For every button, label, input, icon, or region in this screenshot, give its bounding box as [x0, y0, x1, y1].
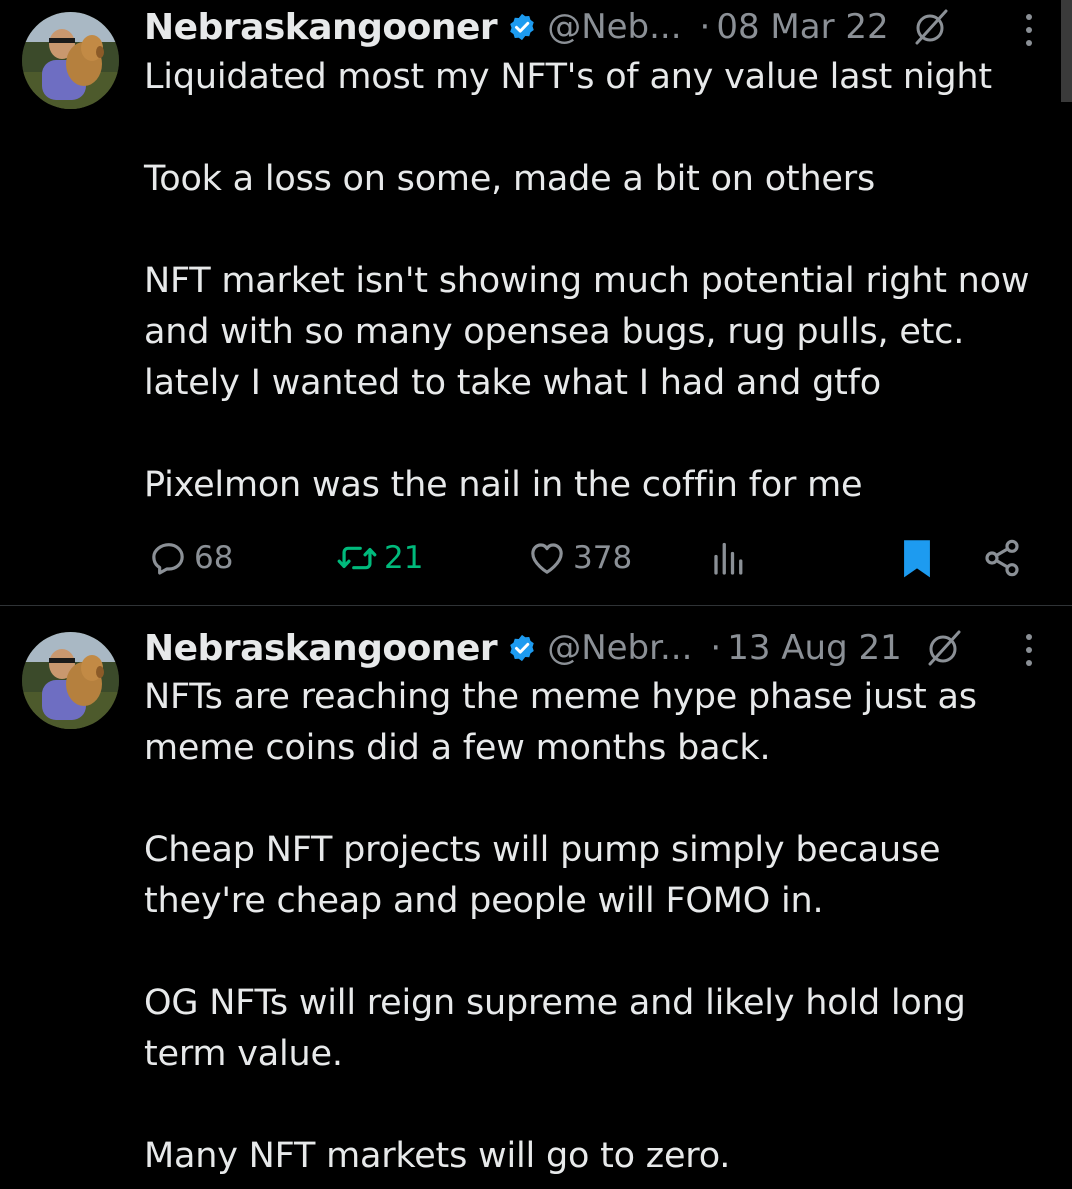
reply-count: 68 — [194, 540, 234, 576]
separator-dot: · — [710, 628, 722, 668]
like-button[interactable]: 378 — [527, 530, 632, 586]
retweet-count: 21 — [384, 540, 424, 576]
tweet-paragraph: Many NFT markets will go to zero. — [144, 1136, 731, 1176]
verified-badge-icon — [510, 634, 534, 662]
grok-icon[interactable] — [924, 628, 964, 668]
tweet-paragraph: NFTs are reaching the meme hype phase ju… — [144, 677, 977, 768]
more-options-icon[interactable] — [1026, 14, 1034, 48]
author-name[interactable]: Nebraskangooner — [144, 628, 498, 669]
tweet-date[interactable]: 13 Aug 21 — [727, 628, 902, 668]
author-name[interactable]: Nebraskangooner — [144, 7, 498, 48]
bookmark-button[interactable] — [900, 530, 934, 586]
tweet-header: Nebraskangooner @Neb... · 08 Mar 22 — [144, 3, 1032, 51]
tweet-text: Liquidated most my NFT's of any value la… — [144, 52, 1032, 511]
avatar[interactable] — [22, 632, 119, 729]
heart-icon — [531, 543, 563, 574]
tweet-actions: 68 21 378 — [0, 530, 1072, 586]
bookmark-icon — [904, 540, 930, 578]
tweet-paragraph: NFT market isn't showing much potential … — [144, 261, 1030, 403]
share-button[interactable] — [982, 530, 1022, 586]
author-handle[interactable]: @Neb... — [547, 7, 681, 47]
verified-badge-icon — [510, 13, 534, 41]
tweet-paragraph: Cheap NFT projects will pump simply beca… — [144, 830, 941, 921]
author-handle[interactable]: @Nebr... — [547, 628, 692, 668]
grok-icon[interactable] — [911, 7, 951, 47]
retweet-button[interactable]: 21 — [336, 530, 423, 586]
tweet-header: Nebraskangooner @Nebr... · 13 Aug 21 — [144, 624, 1032, 672]
separator-dot: · — [699, 7, 711, 47]
like-count: 378 — [573, 540, 633, 576]
tweet-paragraph: Pixelmon was the nail in the coffin for … — [144, 465, 863, 505]
avatar-image — [22, 632, 119, 729]
retweet-icon — [337, 546, 377, 570]
tweet[interactable]: Nebraskangooner @Neb... · 08 Mar 22 Liqu… — [0, 0, 1072, 605]
avatar-image — [22, 12, 119, 109]
tweet-paragraph: OG NFTs will reign supreme and likely ho… — [144, 983, 966, 1074]
share-icon — [985, 539, 1019, 577]
tweet-paragraph: Took a loss on some, made a bit on other… — [144, 159, 875, 199]
tweet-text: NFTs are reaching the meme hype phase ju… — [144, 672, 1032, 1182]
reply-button[interactable]: 68 — [148, 530, 233, 586]
views-button[interactable] — [710, 530, 746, 586]
tweet-date[interactable]: 08 Mar 22 — [716, 7, 888, 47]
tweet-paragraph: Liquidated most my NFT's of any value la… — [144, 57, 992, 97]
tweet[interactable]: Nebraskangooner @Nebr... · 13 Aug 21 NFT… — [0, 606, 1072, 1189]
views-chart-icon — [714, 542, 743, 575]
reply-icon — [152, 543, 184, 575]
more-options-icon[interactable] — [1026, 634, 1034, 668]
avatar[interactable] — [22, 12, 119, 109]
